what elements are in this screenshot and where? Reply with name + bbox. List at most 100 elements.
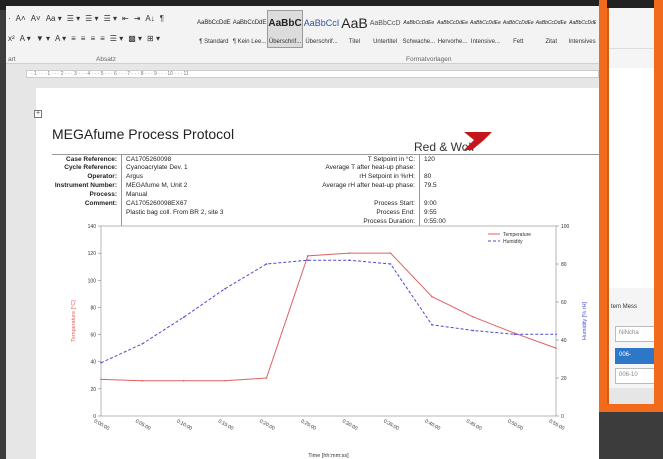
series-point	[555, 333, 557, 336]
y2-tick-label: 60	[561, 300, 567, 306]
ribbon-tool[interactable]: A˄	[16, 14, 26, 23]
series-point	[224, 379, 226, 382]
ruler[interactable]: · 1 · · · 1 · · · 2 · · · 3 · · · 4 · · …	[26, 70, 599, 78]
style-name: Intensives...	[568, 39, 596, 45]
style-preview: AaBbCcDdEe	[470, 20, 501, 26]
table-cell: MEGAfume M, Unit 2	[126, 182, 188, 189]
ribbon-tool[interactable]: ☰ ▾	[110, 34, 123, 43]
style-item[interactable]: AaBbCcDdEe Intensives...	[568, 10, 596, 48]
table-cell: rH Setpoint in %rH:	[280, 172, 420, 181]
ribbon-tool[interactable]: ⇥	[134, 14, 141, 23]
x-tick-label: 0:20:00	[258, 418, 276, 432]
series-point	[389, 252, 392, 254]
ribbon-tool[interactable]: A↓	[145, 14, 154, 23]
background-selected-field[interactable]: 006-	[615, 348, 659, 364]
style-item[interactable]: AaB Titel	[340, 10, 368, 48]
y-tick-label: 100	[88, 278, 97, 284]
x-tick-label: 0:45:00	[465, 418, 483, 432]
ribbon-tool[interactable]: ≡	[81, 34, 86, 43]
series-point	[348, 259, 350, 261]
background-label: tem Mess	[611, 304, 638, 310]
style-item[interactable]: AaBbCcDdEe Zitat	[535, 10, 568, 48]
style-item[interactable]: AaBbCcDdEe Intensive...	[469, 10, 502, 48]
table-row: Case Reference: CA1705260098 T Setpoint in…	[52, 154, 599, 163]
style-name: Titel	[348, 39, 361, 45]
y-tick-label: 60	[90, 333, 96, 339]
background-field[interactable]: NiNcha	[615, 326, 659, 342]
style-item[interactable]: AaBbCcI Überschrif...	[303, 10, 341, 48]
series-point	[182, 316, 185, 318]
window-border-right	[654, 0, 663, 412]
ribbon-tool[interactable]: ☰ ▾	[85, 14, 98, 23]
style-name: Überschrif...	[305, 39, 338, 45]
table-cell: 79.5	[424, 182, 437, 189]
table-cell: Argus	[126, 173, 143, 180]
series-point	[100, 362, 102, 364]
y-axis-label: Temperature [°C]	[71, 300, 77, 342]
ribbon-tool[interactable]: ☰ ▾	[104, 14, 117, 23]
x-tick-label: 0:55:00	[548, 418, 566, 432]
legend-label: Temperature	[503, 232, 531, 238]
table-anchor-icon[interactable]: +	[34, 110, 42, 118]
style-item[interactable]: AaBbCcDdE ¶ Kein Lee...	[232, 10, 268, 48]
font-group-label: art	[8, 56, 16, 63]
ribbon-tool[interactable]: A ▾	[55, 34, 66, 43]
series-point	[348, 252, 350, 254]
y2-tick-label: 80	[561, 262, 567, 268]
x-axis-label: Time [hh:mm:ss]	[308, 453, 349, 459]
style-item[interactable]: AaBbCcD Untertitel	[369, 10, 402, 48]
style-name: Intensive...	[470, 39, 500, 45]
x-tick-label: 0:40:00	[424, 418, 442, 432]
table-row: Process: Manual	[52, 190, 599, 199]
ribbon-tool[interactable]: ⊞ ▾	[147, 34, 160, 43]
table-cell: Instrument Number:	[52, 181, 122, 190]
table-cell: 120	[424, 156, 435, 163]
table-row: Instrument Number: MEGAfume M, Unit 2 Aver…	[52, 181, 599, 190]
y2-axis-label: Humidity [% rH]	[582, 301, 588, 340]
table-cell: Case Reference:	[52, 155, 122, 163]
x-tick-label: 0:25:00	[300, 418, 318, 432]
table-cell: Cyanoacrylate Dev. 1	[126, 164, 188, 171]
table-cell: Cycle Reference:	[52, 163, 122, 172]
ribbon-tool[interactable]: ≡	[71, 34, 76, 43]
doc-title: MEGAfume Process Protocol	[52, 126, 235, 142]
style-preview: AaBbCcDdEe	[502, 20, 534, 26]
ribbon-tool[interactable]: ≡	[100, 34, 105, 43]
y-tick-label: 40	[90, 360, 96, 366]
ribbon-tool[interactable]: ≡	[90, 34, 95, 43]
ribbon-tool[interactable]: ▼ ▾	[36, 34, 50, 43]
style-name: Untertitel	[373, 39, 398, 45]
style-item[interactable]: AaBbCcDdEe Hervorhe...	[436, 10, 469, 48]
series-point	[472, 316, 475, 318]
ribbon-tool[interactable]: x²	[8, 34, 15, 43]
background-field-2[interactable]: 006-10	[615, 368, 659, 384]
table-cell: Manual	[126, 191, 148, 198]
series-point	[307, 259, 309, 261]
style-name: ¶ Kein Lee...	[232, 39, 267, 45]
y-tick-label: 20	[90, 387, 96, 393]
styles-gallery: AaBbCcDdE ¶ Standard AaBbCcDdE ¶ Kein Lee..…	[196, 10, 596, 50]
style-name: Fett	[513, 39, 524, 45]
series-point	[431, 295, 433, 298]
ribbon-tool[interactable]: ·	[8, 14, 11, 23]
series-point	[224, 287, 226, 290]
table-cell: CA1705260098EX67	[126, 200, 188, 207]
table-cell: Average T after heat-up phase:	[280, 163, 420, 172]
style-item[interactable]: AaBbCcDdE ¶ Standard	[196, 10, 232, 48]
style-preview: AaBbCcDdE	[232, 20, 267, 26]
style-name: ¶ Standard	[199, 39, 229, 45]
ribbon-tool[interactable]: ¶	[160, 14, 164, 23]
style-item[interactable]: AaBbCcDdEe Fett	[502, 10, 535, 48]
ribbon-tool[interactable]: A˅	[31, 14, 41, 23]
ribbon-tool[interactable]: ⇤	[122, 14, 129, 23]
logo-icon	[464, 132, 492, 150]
style-item[interactable]: AaBbCcDdEe Schwache...	[401, 10, 436, 48]
ribbon-tool[interactable]: ☰ ▾	[67, 14, 80, 23]
style-item[interactable]: AaBbC Überschrif...	[267, 10, 303, 48]
ribbon-tool[interactable]: ▩ ▾	[128, 34, 142, 43]
style-preview: AaBbCcDdEe	[569, 20, 596, 26]
series-point	[141, 343, 144, 345]
ribbon-tool[interactable]: Aa ▾	[46, 14, 62, 23]
table-cell: Operator:	[52, 172, 122, 181]
ribbon-tool[interactable]: A ▾	[20, 34, 31, 43]
